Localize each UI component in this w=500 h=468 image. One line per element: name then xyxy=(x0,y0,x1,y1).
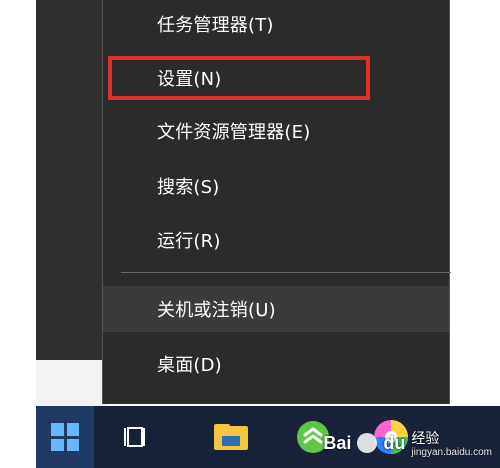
file-explorer-button[interactable] xyxy=(202,406,260,468)
menu-item-label: 运行(R) xyxy=(157,231,221,252)
menu-item-shutdown-or-sign-out[interactable]: 关机或注销(U) xyxy=(103,286,449,332)
menu-item-task-manager[interactable]: 任务管理器(T) xyxy=(103,1,449,47)
menu-item-file-explorer[interactable]: 文件资源管理器(E) xyxy=(103,108,449,154)
watermark-sub-text: jingyan.baidu.com xyxy=(411,447,492,458)
task-view-icon xyxy=(124,427,145,447)
file-explorer-icon xyxy=(214,424,248,450)
winx-context-menu: 任务管理器(T) 设置(N) 文件资源管理器(E) 搜索(S) 运行(R) 关机… xyxy=(102,0,451,404)
menu-item-search[interactable]: 搜索(S) xyxy=(103,163,449,209)
menu-item-label: 桌面(D) xyxy=(157,355,222,376)
menu-item-label: 搜索(S) xyxy=(157,177,220,198)
menu-item-run[interactable]: 运行(R) xyxy=(103,217,449,263)
screen: 任务管理器(T) 设置(N) 文件资源管理器(E) 搜索(S) 运行(R) 关机… xyxy=(0,0,500,468)
desktop-background xyxy=(36,0,108,360)
taskbar: Bai du 经验 jingyan.baidu.com xyxy=(36,406,500,468)
menu-item-label: 关机或注销(U) xyxy=(157,300,276,321)
menu-item-label: 设置(N) xyxy=(157,69,222,90)
watermark-brand-suffix: du xyxy=(383,432,406,453)
menu-item-settings[interactable]: 设置(N) xyxy=(103,55,449,101)
menu-item-label: 文件资源管理器(E) xyxy=(157,122,311,143)
menu-separator xyxy=(121,272,451,273)
watermark-brand: Bai xyxy=(323,432,352,453)
windows-start-icon xyxy=(51,423,79,451)
paw-icon xyxy=(357,433,378,453)
watermark-cn: 经验 jingyan.baidu.com xyxy=(411,428,492,458)
baidu-jingyan-watermark: Bai du 经验 jingyan.baidu.com xyxy=(323,428,492,458)
watermark-cn-text: 经验 xyxy=(411,430,440,446)
start-button[interactable] xyxy=(36,406,94,468)
task-view-button[interactable] xyxy=(108,406,166,468)
menu-item-label: 任务管理器(T) xyxy=(157,15,274,36)
menu-item-desktop[interactable]: 桌面(D) xyxy=(103,341,449,387)
desktop-background-light xyxy=(36,360,108,406)
